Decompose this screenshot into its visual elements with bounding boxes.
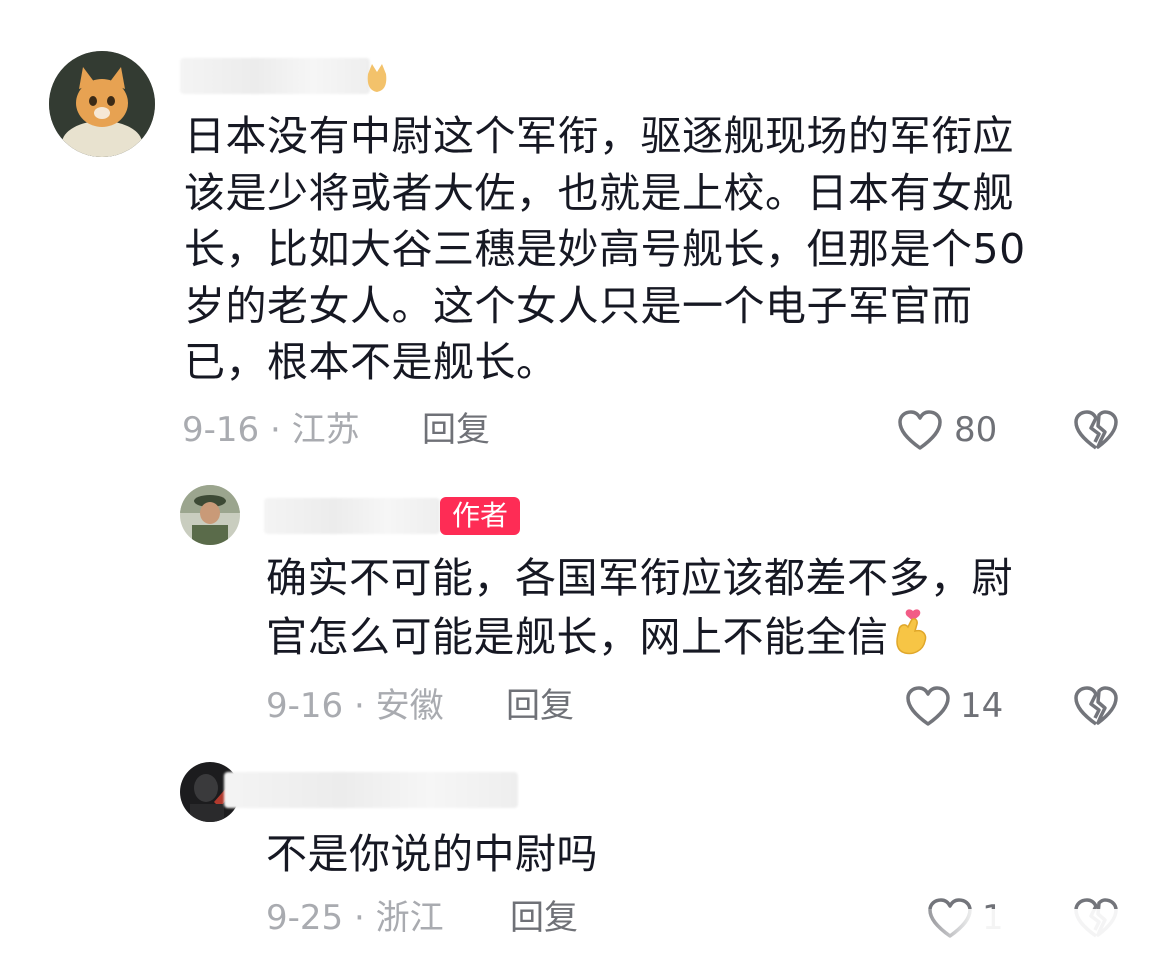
- heart-outline-icon[interactable]: [904, 684, 952, 728]
- username-redacted[interactable]: [264, 498, 440, 534]
- soldier-avatar-image: [180, 485, 240, 545]
- author-badge: 作者: [440, 497, 521, 535]
- cat-emoji-icon: [367, 64, 387, 92]
- username-redacted[interactable]: [224, 772, 518, 808]
- cat-avatar-image: [49, 51, 155, 157]
- username-redacted[interactable]: [180, 58, 370, 94]
- reply-button[interactable]: 回复: [506, 686, 574, 726]
- comment-date-location: 9-16 · 安徽: [266, 686, 444, 726]
- avatar[interactable]: [49, 51, 155, 157]
- broken-heart-icon[interactable]: [1072, 408, 1120, 452]
- like-count: 14: [960, 686, 1004, 726]
- comment-date-location: 9-25 · 浙江: [266, 898, 444, 938]
- broken-heart-icon[interactable]: [1072, 684, 1120, 728]
- comment-date-location: 9-16 · 江苏: [182, 410, 360, 450]
- comment-text: 不是你说的中尉吗: [266, 830, 598, 878]
- watermark-fade: [910, 909, 1170, 969]
- hand-with-heart-emoji: [895, 608, 926, 654]
- comment-text: 日本没有中尉这个军衔，驱逐舰现场的军衔应 该是少将或者大佐，也就是上校。日本有女…: [184, 112, 1026, 386]
- comment-text: 确实不可能，各国军衔应该都差不多，尉 官怎么可能是舰长，网上不能全信: [266, 554, 1013, 661]
- reply-button[interactable]: 回复: [510, 898, 578, 938]
- like-count: 80: [954, 410, 998, 450]
- heart-outline-icon[interactable]: [896, 408, 944, 452]
- avatar[interactable]: [180, 485, 240, 545]
- reply-button[interactable]: 回复: [422, 410, 490, 450]
